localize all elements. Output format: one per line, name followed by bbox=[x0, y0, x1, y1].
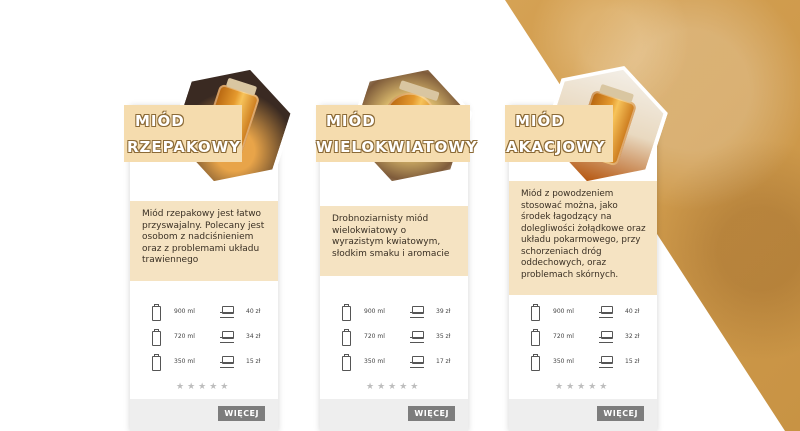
size-row: 900 ml 40 zł bbox=[509, 304, 657, 326]
volume-label: 350 ml bbox=[174, 358, 195, 365]
price-icon bbox=[220, 306, 234, 318]
price-label: 35 zł bbox=[436, 333, 451, 340]
star-rating[interactable]: ★★★★★ bbox=[176, 382, 231, 392]
volume-label: 350 ml bbox=[364, 358, 385, 365]
price-icon bbox=[599, 356, 613, 368]
jar-icon bbox=[531, 354, 540, 371]
price-label: 39 zł bbox=[436, 308, 451, 315]
card-footer: WIĘCEJ bbox=[509, 399, 657, 431]
price-label: 15 zł bbox=[625, 358, 640, 365]
volume-label: 720 ml bbox=[553, 333, 574, 340]
title-line-1: MIÓD bbox=[135, 112, 185, 130]
size-row: 720 ml 35 zł bbox=[320, 329, 468, 351]
price-icon bbox=[410, 306, 424, 318]
volume-label: 900 ml bbox=[553, 308, 574, 315]
card-footer: WIĘCEJ bbox=[320, 399, 468, 431]
product-title: MIÓD RZEPAKOWY bbox=[124, 105, 242, 162]
price-label: 40 zł bbox=[246, 308, 261, 315]
size-row: 350 ml 15 zł bbox=[509, 354, 657, 376]
jar-icon bbox=[342, 329, 351, 346]
more-button[interactable]: WIĘCEJ bbox=[597, 406, 644, 421]
price-label: 34 zł bbox=[246, 333, 261, 340]
volume-label: 900 ml bbox=[364, 308, 385, 315]
price-label: 40 zł bbox=[625, 308, 640, 315]
price-label: 15 zł bbox=[246, 358, 261, 365]
size-row: 350 ml 17 zł bbox=[320, 354, 468, 376]
title-line-2: AKACJOWY bbox=[506, 138, 606, 156]
jar-icon bbox=[531, 304, 540, 321]
size-row: 900 ml 39 zł bbox=[320, 304, 468, 326]
jar-icon bbox=[152, 354, 161, 371]
title-line-2: RZEPAKOWY bbox=[127, 138, 242, 156]
title-line-1: MIÓD bbox=[326, 112, 376, 130]
price-icon bbox=[599, 306, 613, 318]
product-description: Miód z powodzeniem stosować można, jako … bbox=[509, 181, 657, 295]
price-icon bbox=[410, 356, 424, 368]
jar-icon bbox=[531, 329, 540, 346]
title-line-2: WIELOKWIATOWY bbox=[316, 138, 478, 156]
product-title: MIÓD WIELOKWIATOWY bbox=[316, 105, 477, 162]
price-icon bbox=[410, 331, 424, 343]
volume-label: 720 ml bbox=[174, 333, 195, 340]
product-title: MIÓD AKACJOWY bbox=[505, 105, 613, 162]
product-description: Drobnoziarnisty miód wielokwiatowy o wyr… bbox=[320, 206, 468, 276]
product-card-rzepakowy: MIÓD RZEPAKOWY Miód rzepakowy jest łatwo… bbox=[124, 105, 278, 431]
volume-label: 350 ml bbox=[553, 358, 574, 365]
title-line-1: MIÓD bbox=[515, 112, 565, 130]
jar-icon bbox=[152, 304, 161, 321]
price-icon bbox=[220, 331, 234, 343]
star-rating[interactable]: ★★★★★ bbox=[555, 382, 610, 392]
more-button[interactable]: WIĘCEJ bbox=[408, 406, 455, 421]
jar-icon bbox=[342, 304, 351, 321]
card-footer: WIĘCEJ bbox=[130, 399, 278, 431]
jar-icon bbox=[342, 354, 351, 371]
more-button[interactable]: WIĘCEJ bbox=[218, 406, 265, 421]
product-description: Miód rzepakowy jest łatwo przyswajalny. … bbox=[130, 201, 278, 281]
volume-label: 900 ml bbox=[174, 308, 195, 315]
size-row: 350 ml 15 zł bbox=[130, 354, 278, 376]
size-row: 720 ml 32 zł bbox=[509, 329, 657, 351]
price-label: 32 zł bbox=[625, 333, 640, 340]
volume-label: 720 ml bbox=[364, 333, 385, 340]
product-card-wielokwiatowy: MIÓD WIELOKWIATOWY Drobnoziarnisty miód … bbox=[316, 105, 468, 431]
size-row: 900 ml 40 zł bbox=[130, 304, 278, 326]
jar-icon bbox=[152, 329, 161, 346]
size-row: 720 ml 34 zł bbox=[130, 329, 278, 351]
product-card-akacjowy: MIÓD AKACJOWY Miód z powodzeniem stosowa… bbox=[505, 105, 657, 431]
price-icon bbox=[599, 331, 613, 343]
star-rating[interactable]: ★★★★★ bbox=[366, 382, 421, 392]
price-label: 17 zł bbox=[436, 358, 451, 365]
price-icon bbox=[220, 356, 234, 368]
